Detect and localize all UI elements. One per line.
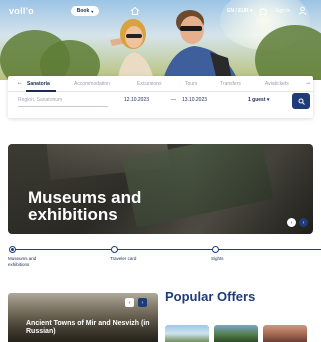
- timeline-label-museums[interactable]: Museums and exhibitions: [8, 256, 48, 267]
- tab-aviatickets[interactable]: Aviatickets: [265, 81, 289, 87]
- search-tabs: ← Sanatoria Accommodation Excursions Tou…: [8, 76, 313, 92]
- offer-thumbnail[interactable]: [165, 325, 209, 342]
- date-to-field[interactable]: 13.10.2023: [182, 97, 207, 103]
- tab-accommodation[interactable]: Accommodation: [74, 81, 110, 87]
- museums-banner[interactable]: Museums and exhibitions ‹ ›: [8, 144, 313, 234]
- tab-excursions[interactable]: Excursions: [137, 81, 161, 87]
- timeline-label-sights[interactable]: Sights: [211, 256, 224, 262]
- tabs-prev-arrow-icon[interactable]: ←: [17, 80, 23, 86]
- timeline-label-traveler-card[interactable]: Traveler card: [110, 256, 136, 262]
- banner-next-button[interactable]: ›: [299, 218, 308, 227]
- popular-offers-heading: Popular Offers: [165, 289, 256, 304]
- timeline-dot-sights[interactable]: [212, 246, 219, 253]
- cart-icon[interactable]: [259, 7, 267, 15]
- hero-tree: [40, 40, 100, 80]
- language-currency-selector[interactable]: EN / EUR ▾: [227, 8, 253, 14]
- top-navigation-bar: voll'o Book ▾ EN / EUR ▾ Sign in: [0, 0, 321, 22]
- tab-sanatoria[interactable]: Sanatoria: [27, 81, 50, 87]
- guests-label: 1 guest: [248, 97, 266, 103]
- signin-link[interactable]: Sign in: [275, 8, 290, 14]
- region-input[interactable]: Region, Sanatorium: [18, 97, 108, 107]
- timeline-dot-traveler-card[interactable]: [111, 246, 118, 253]
- home-icon[interactable]: [130, 6, 140, 16]
- tab-transfers[interactable]: Transfers: [220, 81, 241, 87]
- tour-card[interactable]: ‹ › Ancient Towns of Mir and Nesvizh (in…: [8, 293, 158, 342]
- tour-card-title: Ancient Towns of Mir and Nesvizh (in Rus…: [26, 320, 150, 335]
- active-tab-indicator: [26, 90, 56, 92]
- chevron-right-icon: ›: [302, 219, 305, 226]
- search-icon: [298, 98, 305, 105]
- logo-text: voll'o: [9, 6, 34, 16]
- timeline-line: [10, 249, 321, 250]
- chevron-left-icon: ‹: [128, 299, 131, 306]
- timeline-dot-museums[interactable]: [9, 246, 16, 253]
- banner-title: Museums and exhibitions: [28, 188, 142, 224]
- search-panel: ← Sanatoria Accommodation Excursions Tou…: [8, 76, 313, 118]
- book-label: Book: [76, 8, 90, 14]
- tour-next-button[interactable]: ›: [138, 298, 147, 307]
- language-currency-label: EN / EUR: [227, 8, 249, 14]
- offer-thumbnail[interactable]: [263, 325, 307, 342]
- banner-prev-button[interactable]: ‹: [287, 218, 296, 227]
- chevron-left-icon: ‹: [290, 219, 293, 226]
- section-timeline: Museums and exhibitions Traveler card Si…: [0, 246, 321, 271]
- search-button[interactable]: [292, 93, 310, 109]
- chevron-right-icon: ›: [141, 299, 144, 306]
- date-from-field[interactable]: 12.10.2023: [124, 97, 149, 103]
- book-dropdown-button[interactable]: Book ▾: [71, 6, 99, 16]
- tab-tours[interactable]: Tours: [185, 81, 197, 87]
- date-separator: —: [171, 97, 176, 103]
- tabs-next-arrow-icon[interactable]: →: [305, 80, 311, 86]
- tour-prev-button[interactable]: ‹: [125, 298, 134, 307]
- site-logo[interactable]: voll'o: [9, 6, 34, 16]
- guests-selector[interactable]: 1 guest ▾: [248, 97, 269, 103]
- chevron-down-icon: ▾: [91, 8, 94, 14]
- offer-thumbnail[interactable]: [214, 325, 258, 342]
- user-icon[interactable]: [298, 6, 307, 15]
